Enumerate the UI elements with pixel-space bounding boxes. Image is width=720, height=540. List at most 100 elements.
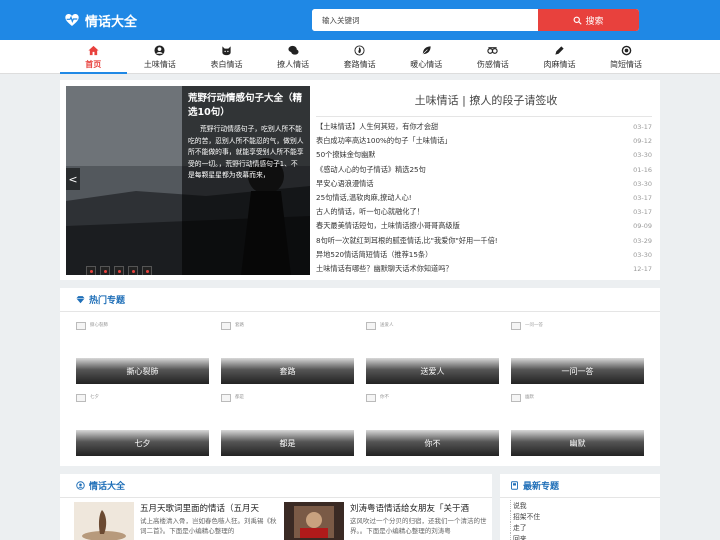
nav-label: 土味情话 — [143, 59, 176, 69]
topic-card[interactable]: 撕心裂肺 撕心裂肺 — [76, 322, 209, 384]
nav-item-nuanxin[interactable]: 暖心情话 — [393, 40, 460, 74]
list-item: 古人的情话，听一句心就融化了！ 03-17 — [316, 205, 652, 219]
slider-prev-button[interactable]: < — [66, 168, 80, 190]
topic-label: 送爱人 — [366, 358, 499, 384]
list-item: 春天最美情话短句，土味情话撩小哥哥高级版 09-09 — [316, 219, 652, 233]
nav-item-home[interactable]: 首页 — [60, 40, 127, 74]
list-item-link[interactable]: 【土味情话】人生何其短，有你才会甜 — [316, 122, 438, 132]
nav-label: 首页 — [85, 59, 102, 69]
topic-alt: 撕心裂肺 — [90, 323, 108, 328]
site-name: 情话大全 — [85, 14, 138, 30]
list-item-date: 03-30 — [633, 250, 652, 259]
list-item-link[interactable]: 春天最美情话短句，土味情话撩小哥哥高级版 — [316, 221, 460, 231]
list-item-link[interactable]: 《感动人心的句子情话》精选25句 — [316, 165, 426, 175]
topic-alt: 你不 — [380, 395, 389, 400]
nav-item-tuwei[interactable]: 土味情话 — [127, 40, 194, 74]
nav-item-shanggan[interactable]: 伤感情话 — [460, 40, 527, 74]
slider-dots — [86, 266, 156, 275]
ring-icon — [621, 45, 631, 55]
image-slider[interactable]: 荒野行动情感句子大全（精选10句） 荒野行动情感句子，吃别人所不能吃的苦，忍别人… — [66, 86, 310, 275]
slide-title[interactable]: 荒野行动情感句子大全（精选10句） — [188, 92, 304, 120]
list-item: 异地520情话简短情话（推荐15条） 03-30 — [316, 248, 652, 262]
topic-card[interactable]: 你不 你不 — [366, 394, 499, 456]
feature-title: 土味情话 | 撩人的段子请签收 — [414, 94, 558, 107]
nav-label: 暖心情话 — [410, 59, 443, 69]
pen-icon — [555, 45, 564, 55]
list-item-date: 09-12 — [633, 137, 652, 146]
diamond-icon — [76, 296, 85, 304]
list-item-link[interactable]: 古人的情话，听一句心就融化了！ — [316, 207, 424, 217]
list-item-link[interactable]: 表白成功率高达100%的句子「土味情话」 — [316, 136, 452, 146]
article-title: 五月天歌词里面的情话（五月天 — [140, 504, 260, 514]
topic-alt: 七夕 — [90, 395, 99, 400]
nav-item-rouma[interactable]: 肉麻情话 — [526, 40, 593, 74]
nav-item-liaoren[interactable]: 撩人情话 — [260, 40, 327, 74]
list-item-date: 03-29 — [633, 236, 652, 245]
slide-caption: 荒野行动情感句子大全（精选10句） 荒野行动情感句子，吃别人所不能吃的苦，忍别人… — [182, 86, 310, 275]
list-item-date: 03-17 — [633, 123, 652, 132]
user-circle-icon — [76, 481, 85, 490]
topic-label: 你不 — [366, 430, 499, 456]
topic-label: 幽默 — [511, 430, 644, 456]
nav-item-taolu[interactable]: 套路情话 — [326, 40, 393, 74]
topic-card[interactable]: 都是 都是 — [221, 394, 354, 456]
list-item-link[interactable]: 50个撩妹金句幽默 — [316, 150, 375, 160]
article-card[interactable]: 刘涛粤语情话给女朋友「关于酒 这风吹过一个分贝的归宿，还我们一个清洁的世界。。下… — [284, 502, 487, 540]
article-card[interactable]: 五月天歌词里面的情话（五月天 试上高楼清入骨，岂如春色嗾人狂。刘禹锡《秋词二首》… — [74, 502, 277, 540]
nav-label: 套路情话 — [343, 59, 376, 69]
slider-dot[interactable] — [100, 266, 110, 275]
slider-dot[interactable] — [128, 266, 138, 275]
list-item[interactable]: 回来 — [510, 533, 540, 540]
broken-image-icon — [366, 322, 376, 330]
list-item-link[interactable]: 8句听一次就红到耳根的腻歪情话,比"我爱你"好用一千倍! — [316, 236, 498, 246]
article-summary: 这风吹过一个分贝的归宿，还我们一个清洁的世界。。下面是小编精心整理的刘涛粤 — [350, 517, 487, 535]
slide-text: 荒野行动情感句子，吃别人所不能吃的苦，忍别人所不能忍的气，做别人所不能做的事，就… — [188, 125, 304, 179]
leaf-icon — [422, 45, 431, 54]
search-input[interactable] — [312, 9, 538, 31]
topic-label: 七夕 — [76, 430, 209, 456]
topic-label: 套路 — [221, 358, 354, 384]
nav-label: 伤感情话 — [476, 59, 509, 69]
slider-dot[interactable] — [142, 266, 152, 275]
nav-label: 表白情话 — [210, 59, 243, 69]
list-item-date: 03-30 — [633, 179, 652, 188]
broken-image-icon — [221, 322, 231, 330]
list-item-link[interactable]: 25句情话,温软肉麻,撩动人心! — [316, 193, 412, 203]
article-thumbnail — [284, 502, 344, 540]
list-item[interactable]: 招架不住 — [510, 511, 540, 522]
slider-dot[interactable] — [114, 266, 124, 275]
list-item-date: 03-30 — [633, 151, 652, 160]
cat-icon — [222, 45, 231, 55]
list-item[interactable]: 走了 — [510, 522, 540, 533]
site-logo[interactable]: 情话大全 — [64, 10, 137, 30]
topic-label: 都是 — [221, 430, 354, 456]
nav-item-biaobai[interactable]: 表白情话 — [193, 40, 260, 74]
section-title: 情话大全 — [89, 482, 126, 492]
top-header: 情话大全 搜索 — [0, 0, 720, 40]
home-icon — [88, 45, 99, 55]
topic-card[interactable]: 套路 套路 — [221, 322, 354, 384]
search-button[interactable]: 搜索 — [538, 9, 639, 31]
list-item-link[interactable]: 土味情话有哪些？幽默聊天话术你知道吗？ — [316, 264, 453, 274]
topic-card[interactable]: 七夕 七夕 — [76, 394, 209, 456]
glasses-icon — [487, 46, 499, 54]
latest-list: 说我 招架不住 走了 回来 — [510, 500, 540, 540]
list-item-date: 03-17 — [633, 208, 652, 217]
topic-card[interactable]: 送爱人 送爱人 — [366, 322, 499, 384]
user-icon — [154, 44, 165, 56]
nav-item-jianduan[interactable]: 简短情话 — [593, 40, 660, 74]
topic-card[interactable]: 一问一答 一问一答 — [511, 322, 644, 384]
list-item-link[interactable]: 异地520情话简短情话（推荐15条） — [316, 250, 432, 260]
list-item-link[interactable]: 早安心语浪漫情话 — [316, 179, 374, 189]
section-header: 热门专题 — [60, 288, 660, 312]
slider-dot[interactable] — [86, 266, 96, 275]
hot-topics-panel: 热门专题 撕心裂肺 撕心裂肺 套路 套路 送爱人 送爱人 一问一答 一问一答 七夕 七夕 … — [60, 288, 660, 466]
topic-card[interactable]: 幽默 幽默 — [511, 394, 644, 456]
broken-image-icon — [511, 322, 521, 330]
list-item-date: 12-17 — [633, 264, 652, 273]
broken-image-icon — [76, 394, 86, 402]
section-header: 情话大全 — [60, 474, 492, 498]
list-item: 土味情话有哪些？幽默聊天话术你知道吗？ 12-17 — [316, 262, 652, 276]
list-item[interactable]: 说我 — [510, 500, 540, 511]
list-item: 25句情话,温软肉麻,撩动人心! 03-17 — [316, 191, 652, 205]
